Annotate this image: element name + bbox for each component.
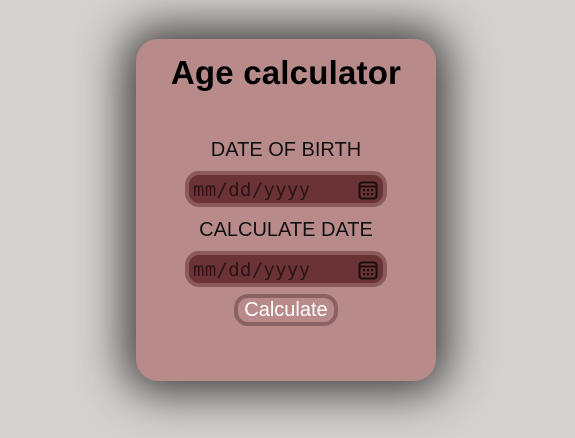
calendar-icon[interactable]: [358, 260, 378, 280]
calculate-date-placeholder: mm/dd/yyyy: [193, 259, 311, 281]
date-of-birth-placeholder: mm/dd/yyyy: [193, 179, 311, 201]
date-of-birth-label: DATE OF BIRTH: [210, 139, 362, 161]
calculate-date-label: CALCULATE DATE: [199, 219, 373, 241]
calculate-button[interactable]: Calculate: [234, 294, 338, 326]
date-of-birth-input[interactable]: mm/dd/yyyy: [185, 171, 387, 207]
page-title: Age calculator: [170, 54, 402, 91]
calendar-icon[interactable]: [358, 180, 378, 200]
age-calculator-card: Age calculator DATE OF BIRTH mm/dd/yyyy …: [136, 39, 436, 381]
calculate-date-input[interactable]: mm/dd/yyyy: [185, 251, 387, 287]
